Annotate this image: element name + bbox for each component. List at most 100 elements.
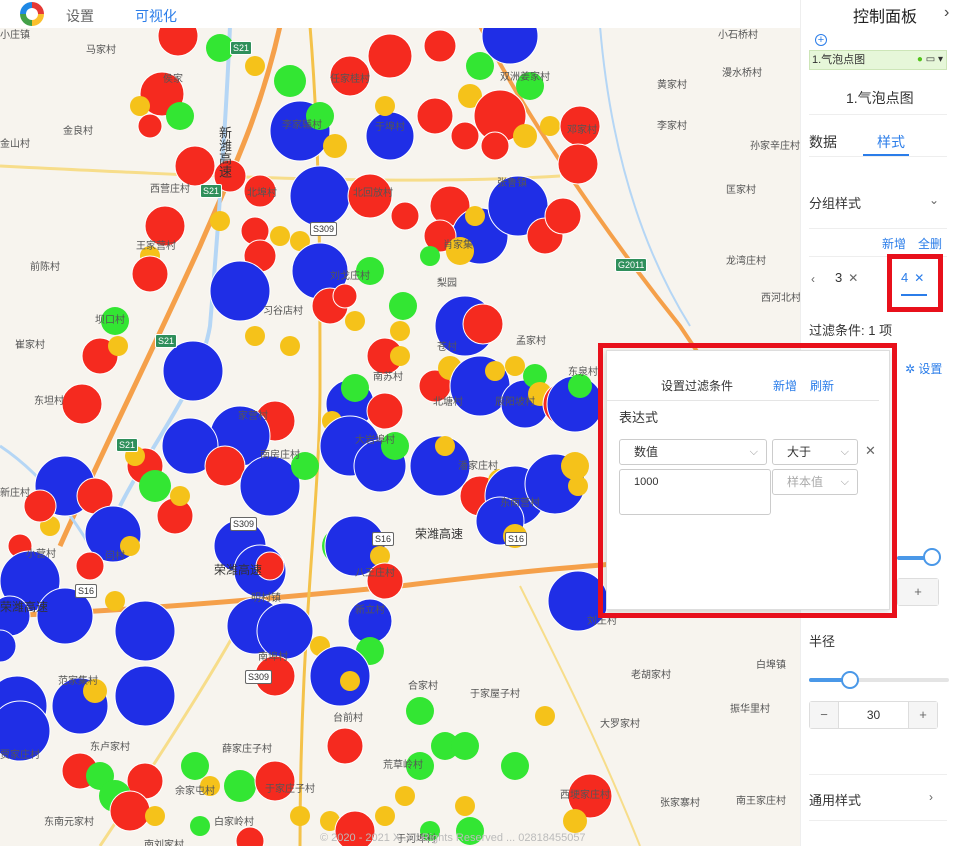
place-label: 合家村 [408, 681, 438, 692]
layer-name: 1.气泡点图 [846, 90, 914, 106]
filter-settings-link[interactable]: ✲ 设置 [905, 360, 942, 377]
yellow-bubble [395, 786, 415, 806]
place-label: 新潍高速 [217, 126, 232, 178]
green-bubble [190, 816, 210, 836]
increment-button[interactable]: + [909, 702, 937, 728]
add-group-link[interactable]: 新增 [882, 235, 906, 252]
road-shield: S21 [200, 184, 223, 198]
yellow-bubble [375, 806, 395, 826]
radius-value[interactable]: 30 [838, 702, 909, 728]
place-label: 小石桥村 [718, 30, 758, 41]
blue-bubble [209, 260, 271, 322]
chevron-down-icon[interactable]: ⌄ [929, 193, 939, 207]
road-shield: S21 [230, 41, 253, 55]
red-bubble [450, 121, 480, 151]
place-label: 薛家庄子村 [222, 744, 272, 755]
yellow-bubble [105, 591, 125, 611]
place-label: 振华里村 [730, 704, 770, 715]
red-bubble [137, 113, 163, 139]
group-style-header[interactable]: 分组样式 [809, 193, 861, 212]
chevron-right-icon[interactable]: › [929, 790, 933, 804]
green-bubble [224, 770, 256, 802]
yellow-bubble [561, 452, 589, 480]
tab-data[interactable]: 数据 [809, 132, 837, 152]
place-label: 东南营村 [500, 498, 540, 509]
group-tab-3[interactable]: 3 ✕ [835, 270, 858, 285]
layer-item[interactable]: 1.气泡点图 ● ▭ ▾ [809, 50, 947, 70]
layer-item-icons: ● ▭ ▾ [917, 51, 943, 69]
place-label: 南埠村 [258, 652, 288, 663]
radius-slider-handle[interactable] [841, 671, 859, 689]
place-label: 龙湾庄村 [726, 256, 766, 267]
place-label: 匡家村 [726, 185, 756, 196]
red-bubble [544, 197, 582, 235]
place-label: 马家村 [86, 45, 116, 56]
place-label: 金山村 [0, 139, 30, 150]
road-shield: S21 [116, 438, 139, 452]
place-label: 小营村 [26, 549, 56, 560]
place-label: 于家庄子村 [265, 784, 315, 795]
place-label: 辰阳坡村 [495, 397, 535, 408]
delete-all-link[interactable]: 全删 [918, 235, 942, 252]
red-bubble [390, 201, 420, 231]
place-label: 小庄镇 [0, 30, 30, 41]
place-label: 李家辅村 [282, 120, 322, 131]
place-label: 八王庄村 [355, 568, 395, 579]
place-label: 金良村 [63, 126, 93, 137]
place-label: 崔家村 [15, 340, 45, 351]
decrement-button[interactable]: − [810, 702, 838, 728]
map-copyright: © 2020 - 2021 X..All Rights Reserved ...… [320, 832, 586, 844]
monitor-icon[interactable]: ▭ [926, 54, 935, 65]
place-label: 于埠村 [375, 122, 405, 133]
place-label: 东坦村 [34, 396, 64, 407]
place-label: 坝口村 [95, 315, 125, 326]
road-shield: S309 [310, 222, 338, 236]
road [0, 164, 561, 182]
red-bubble [109, 790, 151, 832]
visible-bulb-icon[interactable]: ● [917, 54, 923, 65]
yellow-bubble [290, 806, 310, 826]
red-bubble [235, 826, 265, 846]
dropdown-icon[interactable]: ▾ [938, 54, 943, 65]
chevron-left-icon[interactable]: ‹ [811, 272, 815, 286]
blue-bubble [239, 455, 301, 517]
green-bubble [166, 102, 194, 130]
common-style-header[interactable]: 通用样式 [809, 790, 861, 809]
red-bubble [557, 143, 599, 185]
road-shield: G2011 [615, 258, 648, 272]
place-label: 南苏村 [373, 372, 403, 383]
close-icon[interactable]: ✕ [848, 271, 858, 285]
place-label: 肖家集 [443, 240, 473, 251]
red-bubble [61, 383, 103, 425]
place-label: 双洲姜家村 [500, 72, 550, 83]
yellow-bubble [108, 336, 128, 356]
place-label: 北回放村 [353, 188, 393, 199]
road-shield: S309 [230, 517, 258, 531]
green-bubble [274, 65, 306, 97]
place-label: 李家村 [657, 121, 687, 132]
slider-handle[interactable] [923, 548, 941, 566]
add-layer-icon[interactable]: + [815, 34, 827, 46]
nav-visualize[interactable]: 可视化 [135, 6, 177, 26]
place-label: 南王家庄村 [736, 796, 786, 807]
place-label: 张家寨村 [660, 798, 700, 809]
place-label: 贾家庄村 [0, 750, 40, 761]
place-label: 家营村 [238, 411, 268, 422]
red-bubble [423, 29, 457, 63]
place-label: 黄家村 [657, 80, 687, 91]
highlight-box [887, 254, 943, 312]
top-bar: 设置 可视化 [0, 0, 800, 28]
place-label: 余家屯村 [175, 786, 215, 797]
place-label: 白埠镇 [756, 660, 786, 671]
yellow-bubble [455, 796, 475, 816]
divider [809, 820, 947, 821]
tab-style[interactable]: 样式 [877, 132, 905, 152]
green-bubble [406, 697, 434, 725]
place-label: 新立村 [355, 605, 385, 616]
increment-button[interactable]: + [898, 579, 938, 605]
nav-settings[interactable]: 设置 [66, 6, 94, 26]
panel-collapse-icon[interactable]: › [944, 4, 949, 22]
app-logo [20, 2, 44, 26]
red-bubble [367, 33, 413, 79]
highlight-box [598, 343, 897, 618]
